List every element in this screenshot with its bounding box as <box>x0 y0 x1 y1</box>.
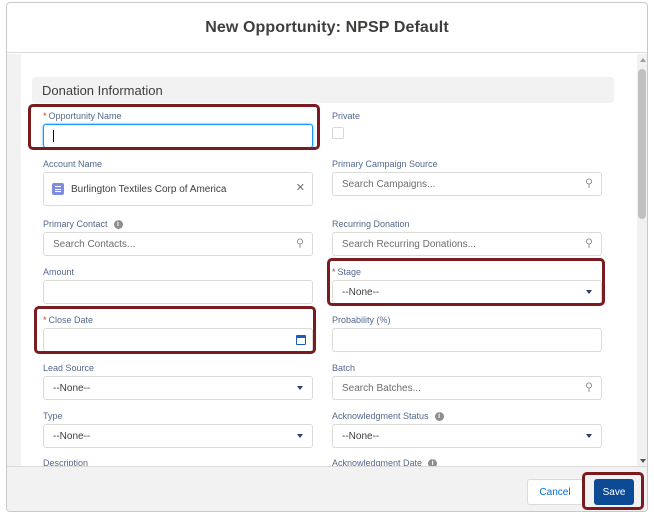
acknowledgment-status-value: --None-- <box>342 430 380 442</box>
info-icon[interactable]: i <box>113 219 123 229</box>
lead-source-select[interactable]: --None-- <box>43 376 313 400</box>
chevron-down-icon <box>297 434 303 438</box>
acknowledgment-status-select[interactable]: --None-- <box>332 424 602 448</box>
chevron-down-icon <box>297 386 303 390</box>
highlight-stage <box>327 258 605 306</box>
batch-input[interactable]: Search Batches... ⚲ <box>332 376 602 400</box>
lead-source-label: Lead Source <box>43 363 95 373</box>
primary-contact-label: Primary Contact i <box>43 219 123 229</box>
scroll-up-arrow[interactable] <box>640 58 646 62</box>
primary-campaign-source-placeholder: Search Campaigns... <box>342 178 436 190</box>
account-name-pill[interactable]: Burlington Textiles Corp of America ✕ <box>43 172 313 206</box>
modal-title: New Opportunity: NPSP Default <box>205 18 449 36</box>
search-icon: ⚲ <box>295 237 304 250</box>
chevron-down-icon <box>586 434 592 438</box>
amount-input[interactable] <box>43 280 313 304</box>
account-name-label: Account Name <box>43 159 103 169</box>
account-icon <box>52 183 64 195</box>
modal-footer: Cancel Save <box>7 466 647 511</box>
private-checkbox[interactable] <box>332 127 344 139</box>
section-title: Donation Information <box>42 82 163 98</box>
highlight-save-button <box>582 472 644 510</box>
scrollbar-thumb[interactable] <box>638 69 646 219</box>
recurring-donation-input[interactable]: Search Recurring Donations... ⚲ <box>332 232 602 256</box>
highlight-close-date <box>34 306 316 354</box>
primary-contact-placeholder: Search Contacts... <box>53 238 136 250</box>
batch-label: Batch <box>332 363 356 373</box>
amount-label: Amount <box>43 267 75 277</box>
search-icon: ⚲ <box>584 381 593 394</box>
type-label: Type <box>43 411 63 421</box>
highlight-opportunity-name <box>28 104 320 150</box>
primary-campaign-source-input[interactable]: Search Campaigns... ⚲ <box>332 172 602 196</box>
type-value: --None-- <box>53 430 91 442</box>
recurring-donation-placeholder: Search Recurring Donations... <box>342 238 476 250</box>
account-name-value: Burlington Textiles Corp of America <box>71 183 227 195</box>
private-label: Private <box>332 111 361 121</box>
probability-input[interactable] <box>332 328 602 352</box>
primary-contact-input[interactable]: Search Contacts... ⚲ <box>43 232 313 256</box>
probability-label: Probability (%) <box>332 315 391 325</box>
close-icon[interactable]: ✕ <box>296 183 305 194</box>
acknowledgment-status-label: Acknowledgment Status i <box>332 411 444 421</box>
scroll-down-arrow[interactable] <box>640 459 646 463</box>
primary-campaign-source-label: Primary Campaign Source <box>332 159 438 169</box>
cancel-button[interactable]: Cancel <box>527 479 583 505</box>
modal-header: New Opportunity: NPSP Default <box>7 3 647 53</box>
search-icon: ⚲ <box>584 177 593 190</box>
info-icon[interactable]: i <box>434 411 444 421</box>
recurring-donation-label: Recurring Donation <box>332 219 410 229</box>
lead-source-value: --None-- <box>53 382 91 394</box>
type-select[interactable]: --None-- <box>43 424 313 448</box>
search-icon: ⚲ <box>584 237 593 250</box>
batch-placeholder: Search Batches... <box>342 382 421 394</box>
new-opportunity-modal: New Opportunity: NPSP Default Donation I… <box>6 2 648 512</box>
section-header[interactable]: Donation Information <box>32 77 614 103</box>
